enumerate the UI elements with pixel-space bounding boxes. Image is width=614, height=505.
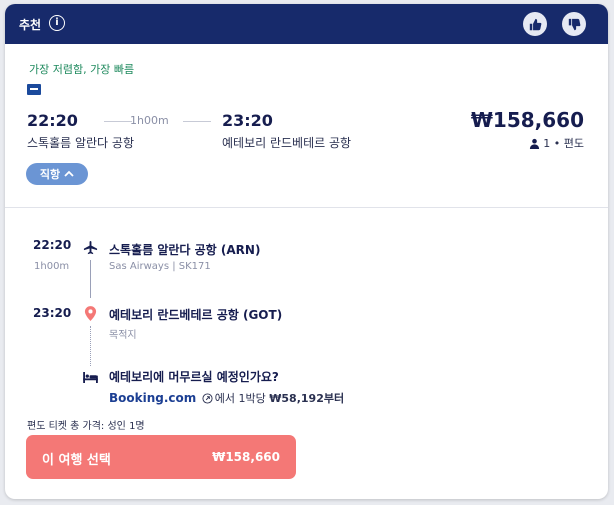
person-icon [529, 138, 540, 152]
segment-arrival-time: 23:20 [33, 306, 72, 320]
destination-label: 목적지 [109, 330, 137, 341]
passenger-info: 1 • 편도 [529, 135, 584, 152]
timeline-dotted-line [90, 326, 91, 366]
select-trip-label: 이 여행 선택 [42, 453, 111, 468]
stay-question: 예테보리에 머무르실 예정인가요? [109, 370, 279, 384]
booking-offer[interactable]: Booking.com 에서 1박당 ₩58,192부터 [109, 390, 344, 406]
segment-duration: 1h00m [34, 261, 70, 272]
direct-toggle-button[interactable]: 직항 [26, 163, 88, 185]
arrival-airport: 예테보리 란드베테르 공항 [222, 136, 352, 150]
info-icon[interactable]: i [49, 15, 65, 31]
sas-logo [27, 84, 41, 95]
arrival-time: 23:20 [222, 111, 273, 130]
separator-dot: • [553, 137, 561, 150]
chevron-up-icon [64, 170, 74, 177]
thumbs-down-icon[interactable] [562, 12, 586, 36]
segment-departure-airport: 스톡홀름 알란다 공항 (ARN) [109, 243, 261, 257]
location-pin-icon [84, 306, 97, 321]
segment-arrival-airport: 예테보리 란드베테르 공항 (GOT) [109, 308, 283, 322]
bed-icon [83, 372, 98, 383]
duration-line-right [183, 121, 211, 122]
flight-result-card: 추천 i 가장 저렴함, 가장 빠름 22:20 1h00m 23:20 스톡홀… [5, 4, 608, 499]
timeline-line [90, 260, 91, 298]
thumbs-up-icon[interactable] [523, 12, 547, 36]
departure-airport: 스톡홀름 알란다 공항 [27, 136, 134, 150]
flight-duration: 1h00m [130, 114, 169, 127]
booking-price: ₩58,192부터 [269, 392, 345, 405]
total-price-label: 편도 티켓 총 가격: 성인 1명 [27, 421, 145, 432]
price: ₩158,660 [470, 108, 584, 132]
booking-brand[interactable]: Booking.com [109, 391, 196, 405]
select-trip-price: ₩158,660 [212, 450, 280, 464]
direct-label: 직항 [39, 168, 61, 181]
passenger-count: 1 [543, 137, 551, 150]
segment-departure-time: 22:20 [33, 238, 72, 252]
duration-line-left [104, 121, 132, 122]
plane-icon [83, 240, 98, 255]
booking-text: 에서 1박당 [214, 392, 266, 405]
departure-time: 22:20 [27, 111, 78, 130]
select-trip-button[interactable]: 이 여행 선택 ₩158,660 [26, 435, 296, 479]
best-tag: 가장 저렴함, 가장 빠름 [29, 63, 135, 76]
segment-carrier: Sas Airways | SK171 [109, 261, 211, 272]
trip-type: 편도 [563, 137, 584, 150]
recommendation-header: 추천 i [5, 4, 608, 44]
section-divider [5, 207, 608, 208]
external-link-icon [202, 393, 213, 404]
header-label: 추천 [19, 18, 42, 32]
